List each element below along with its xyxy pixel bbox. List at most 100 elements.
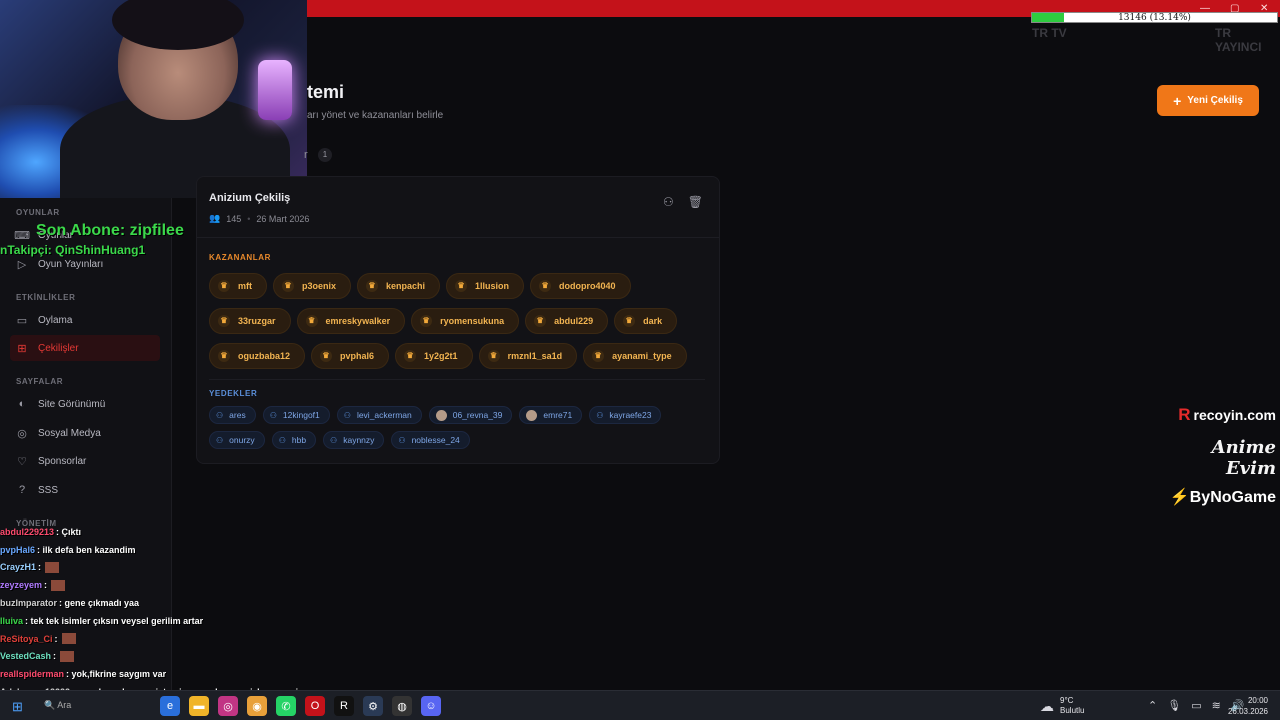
winners-row: ♛ oguzbaba12 ♛ pvphal6 ♛ 1y2g2t1 ♛ rmznl1_sa1d ♛… xyxy=(209,343,687,369)
chat-text: : xyxy=(53,651,57,662)
crown-icon: ♛ xyxy=(455,280,468,292)
winner-chip: ♛ pvphal6 xyxy=(311,343,390,369)
recoyin-logo: Rrecoyin.com xyxy=(1178,405,1276,424)
app-obs-icon[interactable]: ◍ xyxy=(392,696,412,716)
substitute-name: levi_ackerman xyxy=(356,410,412,420)
help-icon: ? xyxy=(18,484,26,496)
winner-chip: ♛ ryomensukuna xyxy=(411,308,520,334)
sidebar-item-site-appearance[interactable]: ◐ Site Görünümü xyxy=(10,391,160,417)
microphone-icon[interactable]: 🎙 xyxy=(1167,699,1181,712)
taskbar: ⊞ 🔍 Ara e ▬ ◎ ◉ ✆ O R ⚙ ◍ ☺ ☁ 9°C Bulutl… xyxy=(0,690,1280,720)
app-whatsapp-icon[interactable]: ✆ xyxy=(276,696,296,716)
chevron-up-icon[interactable]: ⌃ xyxy=(1148,699,1157,712)
clock[interactable]: 20:00 26.03.2026 xyxy=(1228,695,1268,717)
winner-name: kenpachi xyxy=(386,281,426,291)
substitute-name: kaynnzy xyxy=(343,435,375,445)
crown-icon: ♛ xyxy=(592,350,605,362)
user-icon: ⚇ xyxy=(330,435,338,445)
substitute-name: hbb xyxy=(291,435,307,445)
chat-message: CrayzH1: xyxy=(0,559,320,577)
winner-chip: ♛ abdul229 xyxy=(525,308,609,334)
app-chrome-icon[interactable]: ◉ xyxy=(247,696,267,716)
sidebar-item-giveaways[interactable]: ⊞ Çekilişler xyxy=(10,335,160,361)
windows-start-icon[interactable]: ⊞ xyxy=(12,699,23,715)
winner-name: pvphal6 xyxy=(340,351,375,361)
card-divider xyxy=(197,237,719,238)
avatar xyxy=(435,409,447,421)
winners-divider xyxy=(209,379,705,380)
heart-icon: ♡ xyxy=(17,455,27,468)
sub-goal-text: 13146 (13.14%) xyxy=(1118,13,1191,23)
globe-icon: ◎ xyxy=(17,427,27,440)
chat-text: : ilk defa ben kazandim xyxy=(37,544,136,555)
user-icon: ⚇ xyxy=(216,435,224,445)
substitutes-label: YEDEKLER xyxy=(209,389,258,398)
taskbar-search[interactable]: 🔍 Ara xyxy=(44,700,71,711)
winner-name: rmznl1_sa1d xyxy=(507,351,563,361)
crown-icon: ♛ xyxy=(487,350,500,362)
crown-icon: ♛ xyxy=(366,280,379,292)
chat-username: VestedCash xyxy=(0,651,52,662)
winner-chip: ♛ 1llusion xyxy=(446,273,525,299)
page-title: temi xyxy=(307,82,345,102)
substitute-chip: ⚇ kayraefe23 xyxy=(589,406,662,424)
user-icon: ⚇ xyxy=(278,435,286,445)
vote-icon: ▭ xyxy=(16,314,28,327)
substitute-chip: ⚇ onurzy xyxy=(209,431,265,449)
winner-name: ryomensukuna xyxy=(440,316,505,326)
chat-message: abdul229213: Çıktı xyxy=(0,523,320,541)
progress-left-label: TR TV xyxy=(1032,26,1067,40)
chat-emote xyxy=(45,561,60,573)
user-icon: ⚇ xyxy=(269,410,277,420)
cloud-icon: ☁ xyxy=(1040,697,1054,714)
user-icon: ⚇ xyxy=(596,410,604,420)
clock-time: 20:00 xyxy=(1247,696,1268,705)
sidebar-item-sponsors[interactable]: ♡ Sponsorlar xyxy=(10,448,160,474)
crown-icon: ♛ xyxy=(623,315,636,327)
app-recoyin-icon[interactable]: R xyxy=(334,696,354,716)
app-edge-icon[interactable]: e xyxy=(160,696,180,716)
crown-icon: ♛ xyxy=(420,315,433,327)
winners-row: ♛ 33ruzgar ♛ emreskywalker ♛ ryomensukuna ♛ abd… xyxy=(209,308,678,334)
sidebar-item-label: Çekilişler xyxy=(38,342,79,354)
sidebar-item-label: Sosyal Medya xyxy=(38,427,101,439)
trash-icon[interactable]: 🗑 xyxy=(688,195,703,209)
winner-chip: ♛ 33ruzgar xyxy=(209,308,291,334)
winner-chip: ♛ p3oenix xyxy=(273,273,352,299)
weather-widget[interactable]: ☁ 9°C Bulutlu xyxy=(1040,696,1084,716)
wifi-icon[interactable]: ≋ xyxy=(1212,699,1221,712)
app-opera-icon[interactable]: O xyxy=(305,696,325,716)
sidebar-item-social-media[interactable]: ◎ Sosyal Medya xyxy=(10,420,160,446)
clock-date: 26.03.2026 xyxy=(1227,707,1268,716)
sidebar-item-label: Site Görünümü xyxy=(38,398,106,410)
tab-count-badge: 1 xyxy=(318,148,332,162)
app-files-icon[interactable]: ▬ xyxy=(189,696,209,716)
winner-chip: ♛ kenpachi xyxy=(357,273,441,299)
winner-chip: ♛ 1y2g2t1 xyxy=(395,343,473,369)
substitute-chip: ⚇ levi_ackerman xyxy=(336,406,422,424)
crown-icon: ♛ xyxy=(539,280,552,292)
winner-name: oguzbaba12 xyxy=(238,351,291,361)
anime-evim-logo: Anime Evim xyxy=(1211,437,1276,479)
screen: — ▢ ✕ 13146 (13.14%) TR TV TR YAYINCI OY… xyxy=(0,0,1280,720)
plus-icon: + xyxy=(1173,92,1182,109)
chat-emote xyxy=(60,650,75,662)
tab-giveaways[interactable]: r xyxy=(304,149,308,161)
new-giveaway-button[interactable]: + Yeni Çekiliş xyxy=(1157,85,1259,116)
app-steam-icon[interactable]: ⚙ xyxy=(363,696,383,716)
substitute-name: 12kingof1 xyxy=(282,410,320,420)
chat-text: : tek tek isimler çıksın veysel gerilim … xyxy=(25,615,204,626)
webcam-feed xyxy=(0,0,307,198)
app-discord-icon[interactable]: ☺ xyxy=(421,696,441,716)
monitor-icon[interactable]: ▭ xyxy=(1191,699,1201,712)
substitutes-row: ⚇ onurzy ⚇ hbb ⚇ kaynnzy ⚇ noblesse_24 xyxy=(209,431,470,449)
crown-icon: ♛ xyxy=(305,315,318,327)
participants-icon[interactable]: ⚇ xyxy=(663,195,674,209)
sidebar-item-faq[interactable]: ? SSS xyxy=(10,477,160,503)
winner-chip: ♛ mft xyxy=(209,273,267,299)
crown-icon: ♛ xyxy=(404,350,417,362)
app-instagram-icon[interactable]: ◎ xyxy=(218,696,238,716)
sidebar-item-voting[interactable]: ▭ Oylama xyxy=(10,307,160,333)
giveaway-card: Anizium Çekiliş 👥 145 • 26 Mart 2026 ⚇ 🗑… xyxy=(196,176,720,464)
winners-label: KAZANANLAR xyxy=(209,253,271,262)
